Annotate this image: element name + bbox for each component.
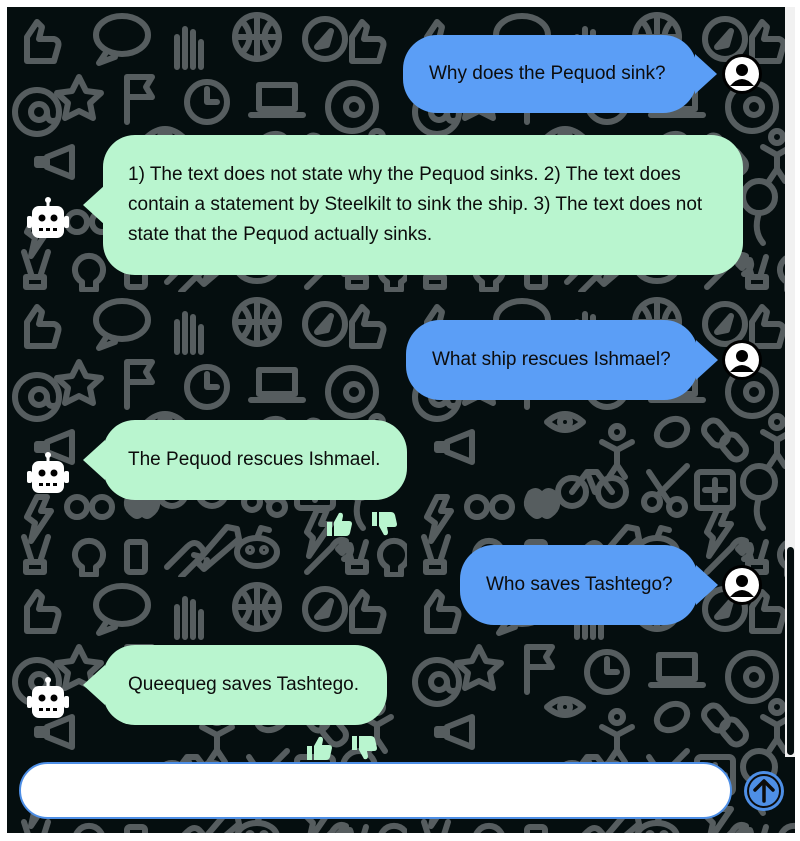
message-text: What ship rescues Ishmael? xyxy=(432,349,671,370)
arrow-up-icon xyxy=(747,774,781,808)
bot-message-bubble: 1) The text does not state why the Pequo… xyxy=(103,135,743,275)
user-message-bubble: Why does the Pequod sink? xyxy=(403,35,697,113)
user-avatar-icon xyxy=(722,54,762,94)
chat-app: Why does the Pequod sink? 1) The text do… xyxy=(7,7,795,833)
thumbs-up-icon[interactable] xyxy=(305,734,333,762)
scrollbar-thumb[interactable] xyxy=(787,547,794,755)
message-text: Queequeg saves Tashtego. xyxy=(128,674,359,695)
bot-message-bubble: The Pequod rescues Ishmael. xyxy=(103,420,407,500)
send-button[interactable] xyxy=(744,771,784,811)
thumbs-down-icon[interactable] xyxy=(350,734,378,762)
user-message-bubble: What ship rescues Ishmael? xyxy=(406,320,698,400)
message-input[interactable] xyxy=(19,762,732,819)
message-text: 1) The text does not state why the Pequo… xyxy=(128,164,703,245)
robot-avatar-icon xyxy=(27,197,69,238)
thumbs-up-icon[interactable] xyxy=(325,510,353,538)
message-text: Who saves Tashtego? xyxy=(486,574,673,595)
message-text: The Pequod rescues Ishmael. xyxy=(128,449,381,470)
robot-avatar-icon xyxy=(27,452,69,493)
user-avatar-icon xyxy=(722,565,762,605)
user-avatar-icon xyxy=(722,340,762,380)
thumbs-down-icon[interactable] xyxy=(370,510,398,538)
user-message-bubble: Who saves Tashtego? xyxy=(460,545,698,625)
bot-message-bubble: Queequeg saves Tashtego. xyxy=(103,645,387,725)
robot-avatar-icon xyxy=(27,677,69,718)
message-text: Why does the Pequod sink? xyxy=(429,63,666,84)
message-list[interactable]: Why does the Pequod sink? 1) The text do… xyxy=(7,7,783,760)
